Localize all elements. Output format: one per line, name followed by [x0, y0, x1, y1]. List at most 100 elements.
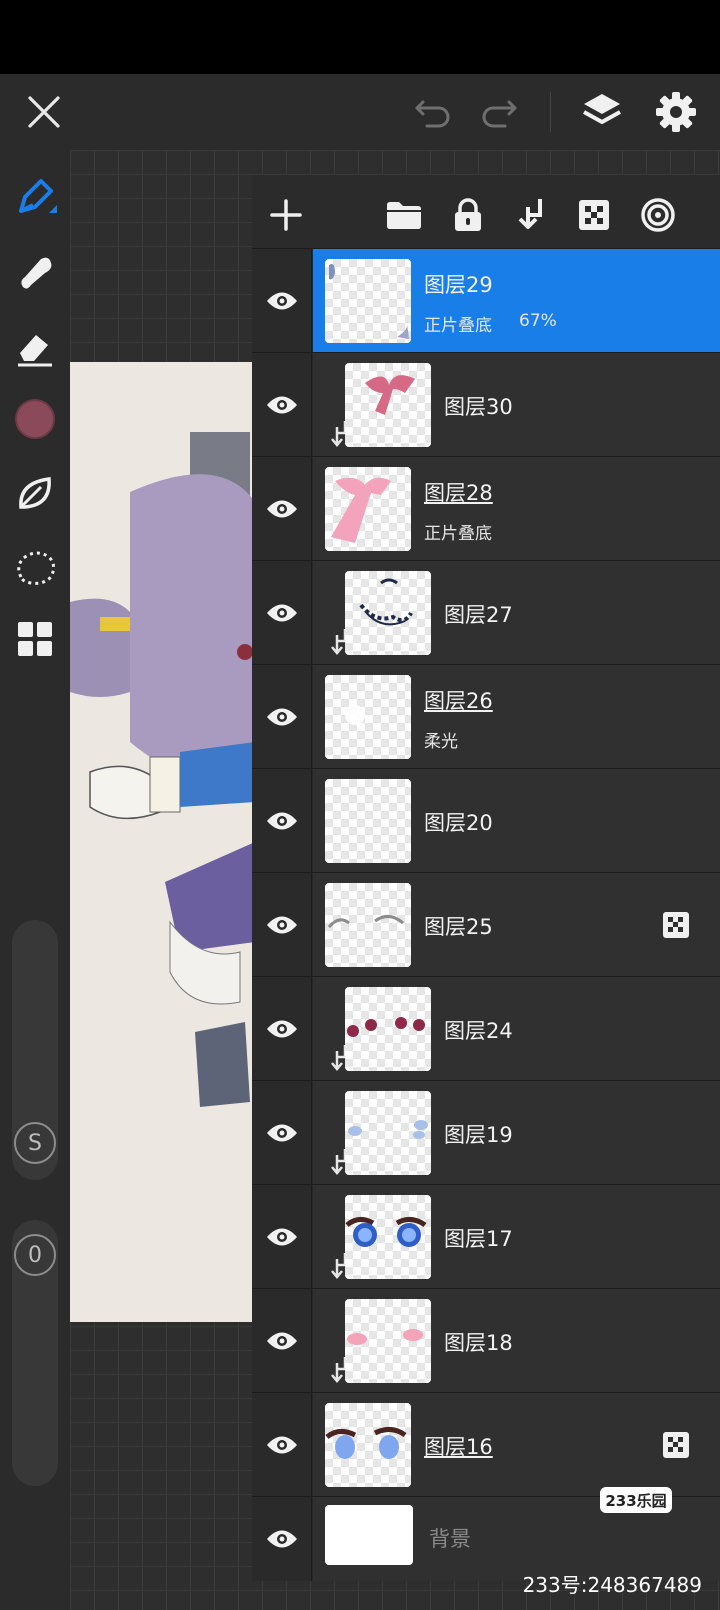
watermark-text: 233号:248367489: [522, 1573, 702, 1597]
layer-thumbnail: [325, 1505, 413, 1565]
visibility-toggle[interactable]: [252, 1185, 312, 1289]
visibility-toggle[interactable]: [252, 1393, 312, 1497]
undo-icon[interactable]: [410, 90, 456, 136]
layers-icon[interactable]: [576, 86, 628, 138]
visibility-toggle[interactable]: [252, 1497, 312, 1581]
layer-row[interactable]: 图层19: [252, 1080, 720, 1185]
layer-row[interactable]: 图层29 正片叠底 67%: [252, 248, 720, 353]
layer-thumbnail: [325, 675, 411, 759]
layer-row[interactable]: 图层16: [252, 1392, 720, 1497]
layer-name: 图层24: [444, 1019, 513, 1043]
eye-icon: [266, 708, 297, 726]
layer-name: 图层30: [444, 395, 513, 419]
layer-row[interactable]: 图层28 正片叠底: [252, 456, 720, 561]
divider: [550, 92, 551, 132]
layer-row[interactable]: 图层25: [252, 872, 720, 977]
layer-name: 图层18: [444, 1331, 513, 1355]
watermark-logo: 233乐园: [600, 1487, 672, 1513]
eraser-icon[interactable]: [10, 322, 60, 372]
layer-row[interactable]: 图层17: [252, 1184, 720, 1289]
layer-thumbnail: [325, 467, 411, 551]
color-swatch[interactable]: [10, 394, 60, 444]
layer-thumbnail: [325, 883, 411, 967]
layer-blend-mode: 柔光: [424, 732, 458, 752]
visibility-toggle[interactable]: [252, 561, 312, 665]
layer-row[interactable]: 图层30: [252, 352, 720, 457]
blend-leaf-icon[interactable]: [10, 468, 60, 518]
layer-opacity: 67%: [519, 311, 557, 331]
eye-icon: [266, 1530, 297, 1548]
eye-icon: [266, 396, 297, 414]
eye-icon: [266, 1332, 297, 1350]
close-icon[interactable]: [20, 88, 68, 136]
visibility-toggle[interactable]: [252, 1081, 312, 1185]
left-toolbar: S 0: [0, 150, 70, 1610]
layer-blend-mode: 正片叠底: [424, 316, 492, 336]
layer-row[interactable]: 图层27: [252, 560, 720, 665]
layer-name: 图层25: [424, 915, 493, 939]
layer-name: 图层27: [444, 603, 513, 627]
layer-name: 图层29: [424, 273, 493, 297]
layer-row[interactable]: 图层20: [252, 768, 720, 873]
eye-icon: [266, 500, 297, 518]
layer-name: 图层28: [424, 481, 493, 505]
layer-panel-toolbar: [252, 175, 720, 255]
visibility-toggle[interactable]: [252, 873, 312, 977]
eye-icon: [266, 1124, 297, 1142]
layer-name: 图层26: [424, 689, 493, 713]
lasso-icon[interactable]: [10, 542, 60, 592]
smudge-icon[interactable]: [10, 248, 60, 298]
blend-icon[interactable]: [634, 191, 682, 239]
layer-name: 图层17: [444, 1227, 513, 1251]
visibility-toggle[interactable]: [252, 977, 312, 1081]
status-bar: [0, 0, 720, 74]
redo-icon[interactable]: [476, 90, 522, 136]
alpha-lock-icon: [663, 1432, 689, 1458]
alpha-lock-icon[interactable]: [570, 191, 618, 239]
layer-blend-mode: 正片叠底: [424, 524, 492, 544]
eye-icon: [266, 292, 297, 310]
layer-thumbnail: [345, 1299, 431, 1383]
layer-thumbnail: [345, 571, 431, 655]
alpha-lock-icon: [663, 912, 689, 938]
layer-name: 图层20: [424, 811, 493, 835]
layer-thumbnail: [325, 779, 411, 863]
pen-tool-icon[interactable]: [10, 172, 60, 222]
add-layer-icon[interactable]: [262, 191, 310, 239]
top-bar: [0, 74, 720, 150]
layer-name: 图层19: [444, 1123, 513, 1147]
size-button[interactable]: S: [14, 1122, 56, 1164]
layer-thumbnail: [345, 1091, 431, 1175]
lock-icon[interactable]: [444, 191, 492, 239]
layer-name: 图层16: [424, 1435, 493, 1459]
eye-icon: [266, 604, 297, 622]
folder-icon[interactable]: [380, 191, 428, 239]
layer-panel: 图层29 正片叠底 67% 图层30 图层28 正片叠底 图层27 图层26 柔…: [252, 175, 720, 1581]
visibility-toggle[interactable]: [252, 249, 312, 353]
merge-down-icon[interactable]: [508, 191, 556, 239]
opacity-button[interactable]: 0: [14, 1234, 56, 1276]
layer-row[interactable]: 图层26 柔光: [252, 664, 720, 769]
visibility-toggle[interactable]: [252, 665, 312, 769]
visibility-toggle[interactable]: [252, 769, 312, 873]
layer-thumbnail: [345, 987, 431, 1071]
layer-thumbnail: [325, 259, 411, 343]
gear-icon[interactable]: [650, 86, 702, 138]
visibility-toggle[interactable]: [252, 457, 312, 561]
layer-thumbnail: [325, 1403, 411, 1487]
eye-icon: [266, 812, 297, 830]
layer-name: 背景: [429, 1527, 471, 1551]
grid-icon[interactable]: [10, 614, 60, 664]
eye-icon: [266, 916, 297, 934]
layer-thumbnail: [345, 1195, 431, 1279]
layer-row[interactable]: 图层24: [252, 976, 720, 1081]
eye-icon: [266, 1436, 297, 1454]
artwork-preview: [70, 362, 255, 1322]
layer-thumbnail: [345, 363, 431, 447]
layer-row[interactable]: 图层18: [252, 1288, 720, 1393]
current-color: [15, 399, 55, 439]
visibility-toggle[interactable]: [252, 1289, 312, 1393]
eye-icon: [266, 1020, 297, 1038]
visibility-toggle[interactable]: [252, 353, 312, 457]
eye-icon: [266, 1228, 297, 1246]
